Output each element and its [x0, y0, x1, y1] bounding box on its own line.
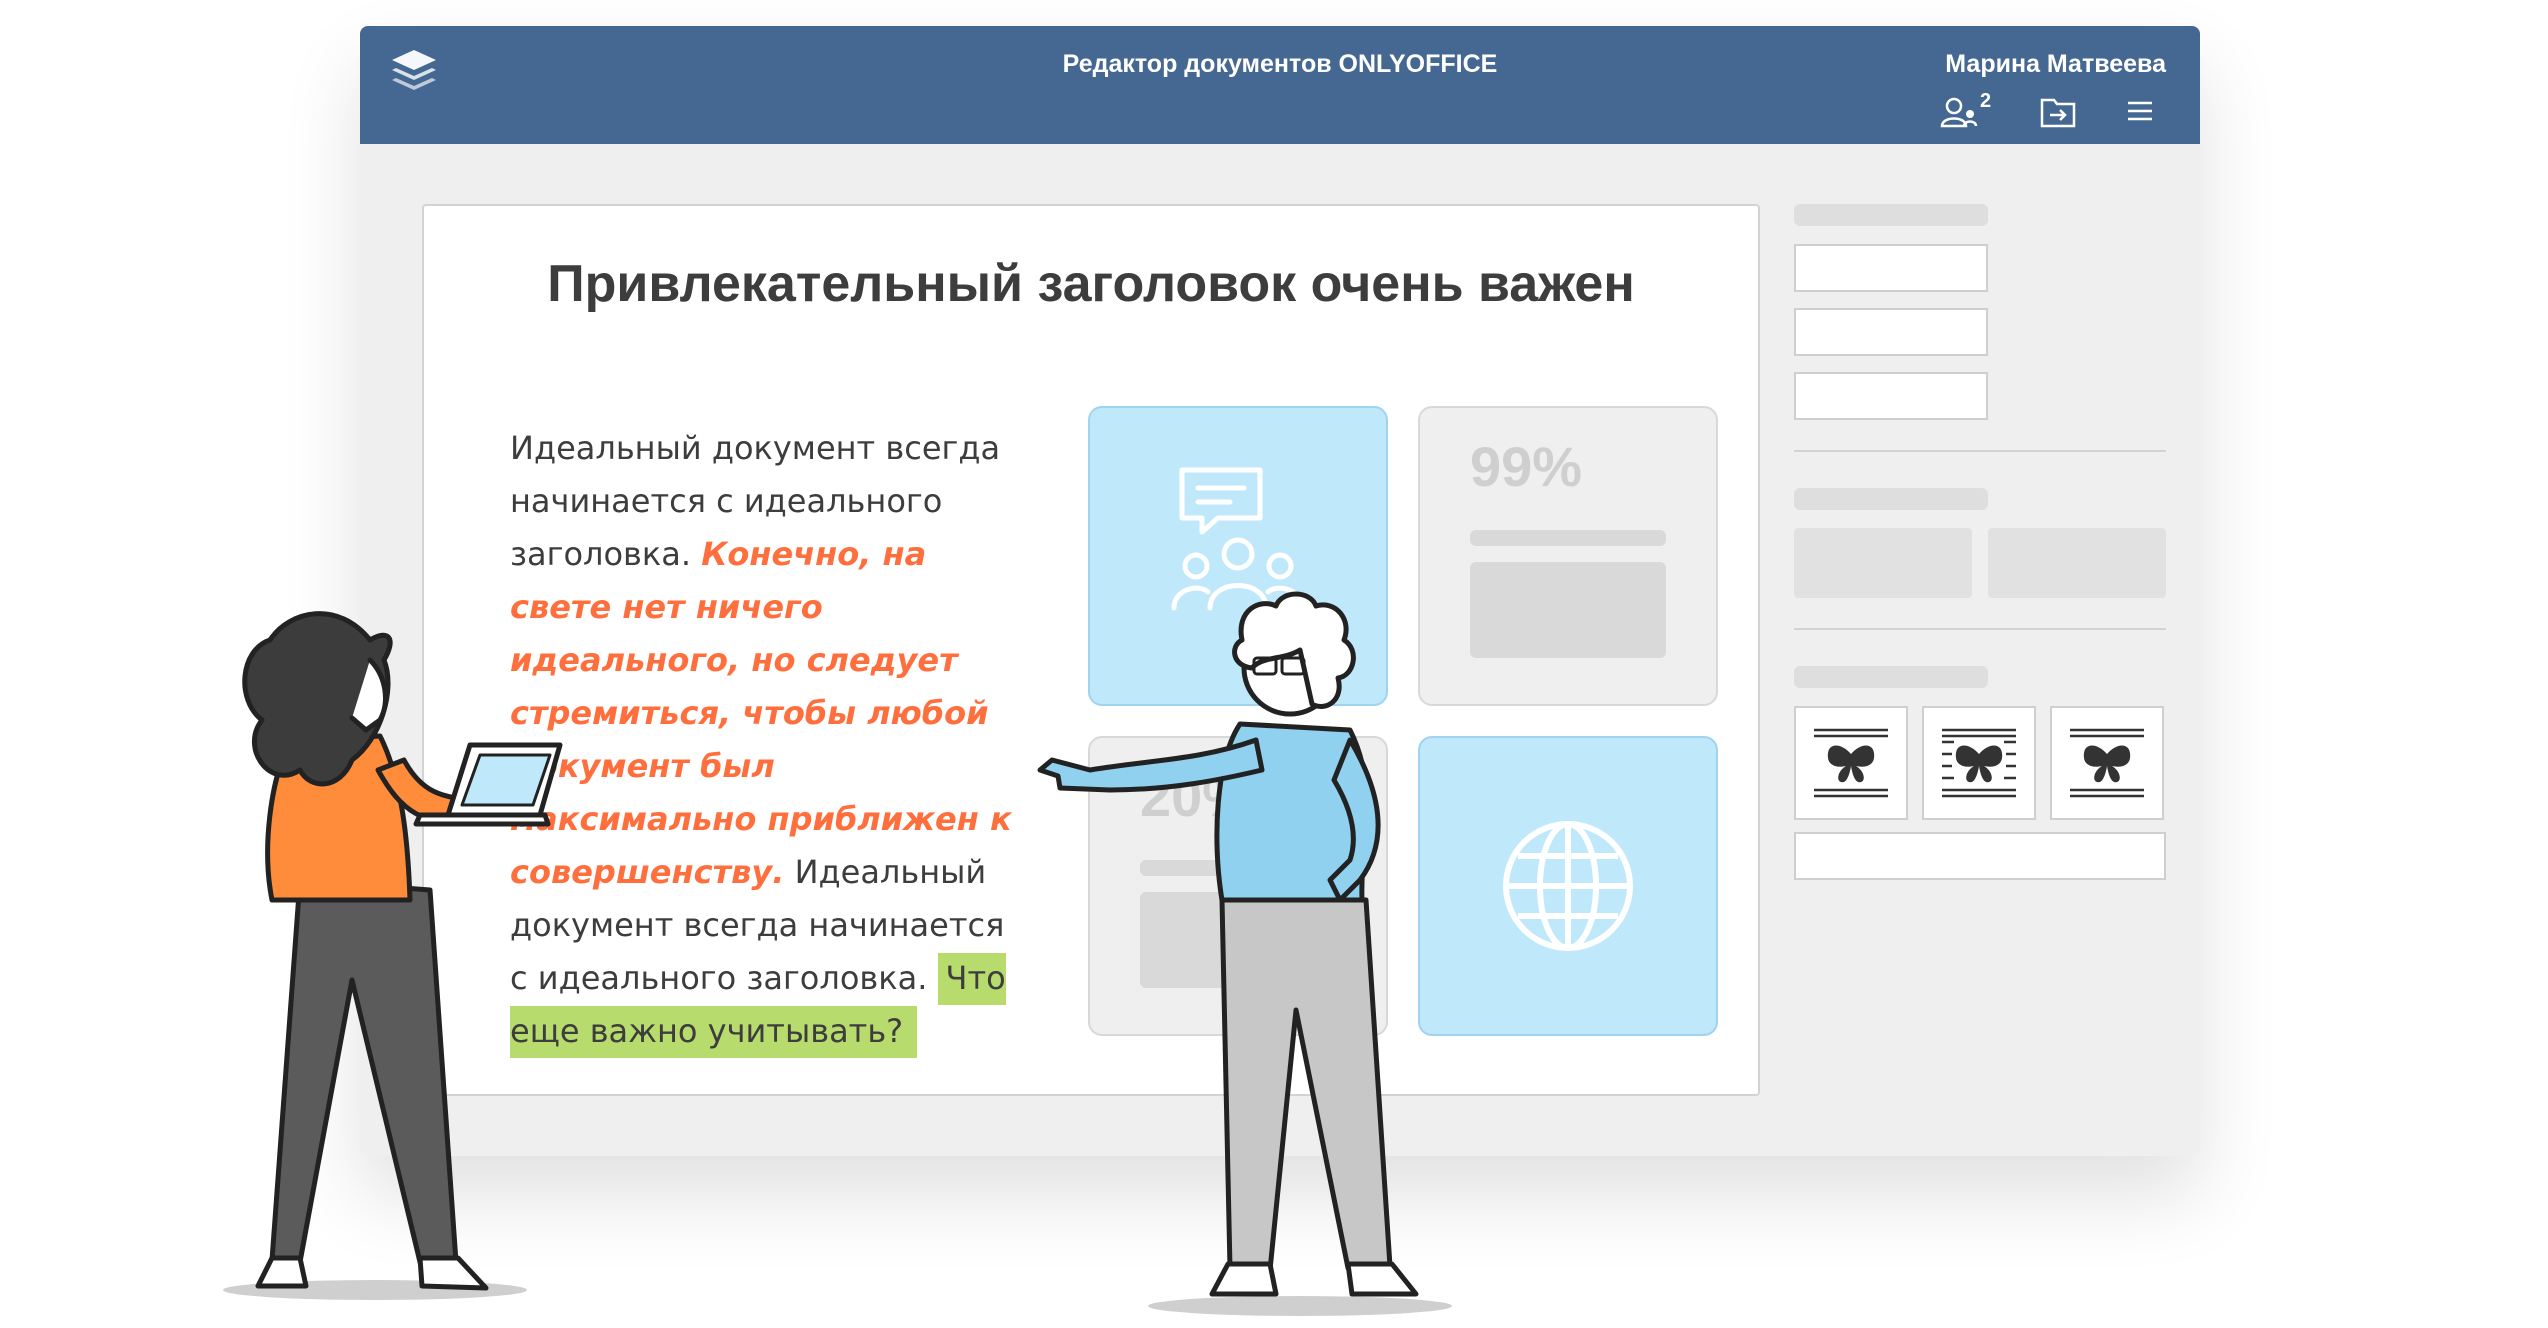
stat-value: 99%: [1470, 435, 1583, 498]
globe-icon: [1503, 821, 1633, 951]
placeholder-block: [1140, 892, 1336, 988]
coauthors-button[interactable]: 2: [1940, 90, 2000, 132]
butterfly-wrap-icon: [2070, 728, 2144, 798]
open-location-icon: [2040, 98, 2076, 128]
sidebar-option-2[interactable]: [1988, 528, 2166, 598]
globe-card[interactable]: [1418, 736, 1718, 1036]
user-name[interactable]: Марина Матвеева: [1945, 50, 2166, 79]
editor-window: Редактор документов ONLYOFFICE Марина Ма…: [360, 26, 2200, 1156]
title-bar: Редактор документов ONLYOFFICE Марина Ма…: [360, 26, 2200, 144]
sidebar-heading: [1794, 666, 1988, 688]
open-location-button[interactable]: [2040, 96, 2080, 132]
menu-icon: [2128, 101, 2152, 121]
sidebar-divider: [1794, 628, 2166, 630]
document-paragraph[interactable]: Идеальный документ всегда начинается с и…: [510, 422, 1030, 1058]
chat-card[interactable]: [1088, 406, 1388, 706]
sidebar-heading: [1794, 204, 1988, 226]
accent-text: Конечно, на свете нет ничего идеального,…: [510, 535, 1012, 891]
sidebar-option-1[interactable]: [1794, 528, 1972, 598]
wrap-style-button-3[interactable]: [2050, 706, 2164, 820]
placeholder-block: [1470, 562, 1666, 658]
sidebar-input-3[interactable]: [1794, 372, 1988, 420]
stat-card-20[interactable]: 20%: [1088, 736, 1388, 1036]
butterfly-wrap-icon: [1814, 728, 1888, 798]
placeholder-bar: [1140, 860, 1336, 876]
stat-value: 20%: [1140, 765, 1253, 828]
users-icon: [1940, 97, 1978, 128]
stat-card-99[interactable]: 99%: [1418, 406, 1718, 706]
wrap-style-button-2[interactable]: [1922, 706, 2036, 820]
shadow: [1148, 1296, 1452, 1316]
menu-button[interactable]: [2124, 96, 2160, 132]
sidebar-input-1[interactable]: [1794, 244, 1988, 292]
butterfly-wrap-icon: [1942, 728, 2016, 798]
document-title[interactable]: Привлекательный заголовок очень важен: [424, 254, 1758, 314]
sidebar-input-2[interactable]: [1794, 308, 1988, 356]
sidebar-input-4[interactable]: [1794, 832, 2166, 880]
shadow: [223, 1280, 527, 1300]
app-title: Редактор документов ONLYOFFICE: [1062, 50, 1498, 78]
sidebar-divider: [1794, 450, 2166, 452]
placeholder-bar: [1470, 530, 1666, 546]
coauthors-count: 2: [1980, 90, 1992, 112]
sidebar-heading: [1794, 488, 1988, 510]
wrap-style-button-1[interactable]: [1794, 706, 1908, 820]
document-page[interactable]: Привлекательный заголовок очень важен Ид…: [422, 204, 1760, 1096]
chat-people-icon: [1171, 467, 1305, 611]
